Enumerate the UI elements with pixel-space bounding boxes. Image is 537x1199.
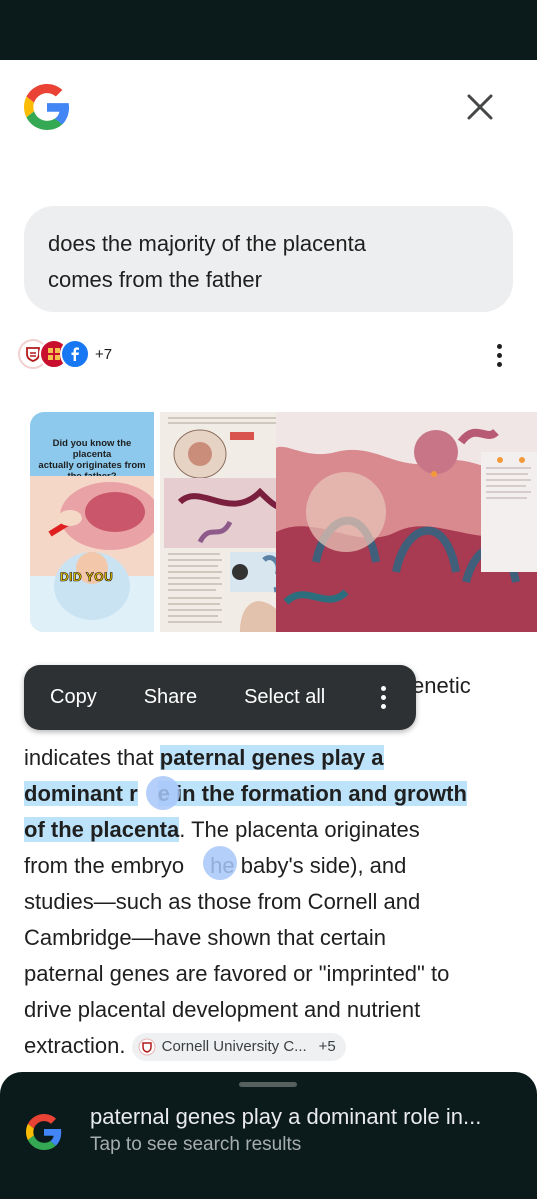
copy-menu-item[interactable]: Copy <box>24 686 118 709</box>
status-bar <box>0 0 537 60</box>
answer-text: he baby's side), and <box>210 853 407 878</box>
image-result-placenta-illustration[interactable] <box>276 412 537 632</box>
selected-text[interactable]: paternal genes play a <box>159 745 384 770</box>
close-icon <box>467 94 493 120</box>
answer-line: dominant r e in the formation and growth <box>24 776 524 812</box>
close-button[interactable] <box>462 89 498 125</box>
answer-line: Cambridge—have shown that certain <box>24 925 386 950</box>
answer-line: from the embryo he baby's side), and <box>24 848 524 884</box>
citation-chip[interactable]: Cornell University C... +5 <box>131 1033 346 1062</box>
selected-text[interactable]: e in the formation and growth <box>157 781 467 806</box>
more-vert-icon <box>496 343 502 349</box>
query-text-line: comes from the father <box>48 267 262 292</box>
placenta-cross-section <box>276 412 537 632</box>
citation-more-count: +5 <box>318 1038 336 1056</box>
answer-line: extraction. Cornell University C... +5 <box>24 1028 524 1064</box>
text-selection-menu: Copy Share Select all <box>24 665 416 730</box>
menu-overflow-icon[interactable] <box>381 686 386 709</box>
selection-end-handle[interactable] <box>203 846 237 880</box>
answer-text: enetic <box>412 673 471 698</box>
answer-text: . The placenta originates <box>179 817 420 842</box>
selected-text[interactable]: dominant r <box>24 781 138 806</box>
answer-text: from the embryo <box>24 853 185 878</box>
image-carousel[interactable]: Did you know the placenta actually origi… <box>30 412 537 632</box>
search-results-sheet[interactable]: paternal genes play a dominant role in..… <box>0 1072 537 1199</box>
baby-illustration <box>30 476 154 632</box>
answer-text: extraction. <box>24 1033 126 1058</box>
answer-line: drive placental development and nutrient <box>24 997 421 1022</box>
facebook-icon <box>60 339 90 369</box>
query-bubble: does the majority of the placenta comes … <box>24 206 513 312</box>
citation-label: Cornell University C... <box>161 1038 307 1056</box>
google-logo-icon <box>26 1114 62 1150</box>
google-logo-icon <box>24 84 70 130</box>
answer-line: paternal genes are favored or "imprinted… <box>24 961 450 986</box>
image-result-infographic[interactable]: Did you know the placenta actually origi… <box>30 412 154 632</box>
image-caption-line: Did you know the placenta <box>52 438 132 460</box>
image-caption-line: actually originates from <box>38 460 146 471</box>
did-you-badge: DID YOU <box>60 570 114 585</box>
search-query-title[interactable]: paternal genes play a dominant role in..… <box>90 1104 481 1130</box>
more-options-button[interactable] <box>488 340 510 370</box>
answer-text: indicates that <box>24 745 160 770</box>
answer-line: indicates that paternal genes play a <box>24 740 524 776</box>
sources-more-count: +7 <box>95 345 113 363</box>
selection-start-handle[interactable] <box>146 776 180 810</box>
select-all-menu-item[interactable]: Select all <box>218 686 346 709</box>
selected-text[interactable]: of the placenta <box>24 817 180 842</box>
source-favicons[interactable]: +7 <box>18 338 112 370</box>
query-text-line: does the majority of the placenta <box>48 231 366 256</box>
drag-handle[interactable] <box>239 1082 297 1087</box>
share-menu-item[interactable]: Share <box>118 686 218 709</box>
answer-line: studies—such as those from Cornell and <box>24 889 421 914</box>
answer-line: of the placenta. The placenta originates <box>24 812 524 848</box>
search-results-hint: Tap to see search results <box>90 1134 302 1155</box>
cornell-shield-icon <box>138 1038 156 1056</box>
